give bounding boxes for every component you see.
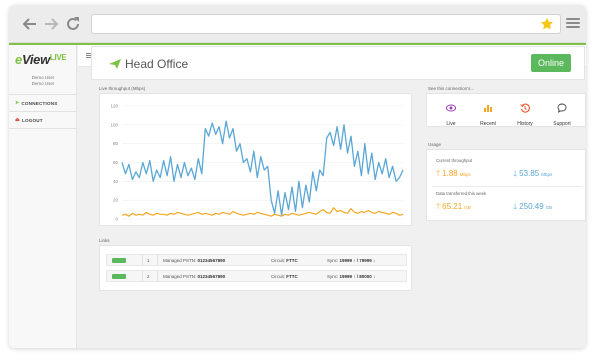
throughput-chart: 0 20 40 60 80 100 120	[99, 93, 412, 226]
eye-icon	[445, 104, 457, 112]
history-icon	[520, 103, 530, 113]
row-sync: Sync: 19999 ↑ / 80000 ↓	[327, 274, 376, 279]
y-tick-label: 120	[110, 104, 118, 109]
browser-toolbar	[9, 5, 586, 43]
links-label: Links	[99, 238, 110, 243]
arrow-up-icon: 🡑	[436, 202, 441, 211]
chat-icon	[557, 103, 567, 113]
browser-window: eViewLIVE Demo User Demo User ➤ CONNECTI…	[9, 5, 586, 348]
arrow-up-icon: 🡑	[436, 169, 441, 178]
row-circuit: Circuit: FTTC	[271, 258, 298, 263]
live-button[interactable]: Live	[435, 100, 467, 127]
usage-panel: Current throughput 🡑 1.88 Mbps 🡓 53.85 Mbps …	[426, 149, 586, 221]
sidebar: eViewLIVE Demo User Demo User ➤ CONNECTI…	[9, 45, 77, 348]
current-up: 🡑 1.88 Mbps	[436, 168, 471, 182]
status-badge	[112, 274, 126, 279]
recent-button[interactable]: Recent	[472, 100, 504, 127]
status-badge[interactable]: Online	[531, 54, 571, 72]
row-index: 1	[147, 258, 150, 263]
week-down: 🡓 250.49 GB	[513, 201, 552, 215]
arrow-down-icon: 🡓	[513, 202, 518, 211]
connection-actions: Live Recent History Support	[426, 93, 586, 127]
links-table: 1 Managed PSTN: 01234567890 Circuit: FTT…	[99, 245, 412, 291]
y-tick-label: 20	[113, 198, 119, 203]
y-tick-label: 100	[110, 122, 118, 127]
reload-icon[interactable]	[64, 15, 82, 33]
row-index: 2	[147, 274, 150, 279]
arrow-down-icon: 🡓	[513, 169, 518, 178]
connection-header: Head Office Online	[91, 46, 585, 80]
throughput-chart-svg: 0 20 40 60 80 100 120	[110, 104, 404, 222]
status-badge	[112, 258, 126, 263]
series-line-1	[121, 120, 404, 216]
connection-label: See this connection's...	[428, 86, 475, 91]
row-pstn: Managed PSTN: 01234567890	[163, 258, 226, 263]
plane-icon	[109, 59, 121, 69]
user-name: Demo User	[31, 75, 55, 80]
sidebar-item-connections[interactable]: ➤ CONNECTIONS	[15, 100, 58, 106]
logo: eViewLIVE	[15, 52, 67, 67]
hamburger-menu-icon[interactable]	[566, 16, 580, 30]
table-row[interactable]: 2 Managed PSTN: 01234567890 Circuit: FTT…	[106, 270, 407, 282]
address-bar[interactable]	[91, 14, 561, 34]
usage-label: Usage	[428, 142, 442, 147]
support-button[interactable]: Support	[546, 100, 578, 127]
star-icon[interactable]	[540, 17, 554, 31]
row-sync: Sync: 19999 ↑ / 79999 ↓	[327, 258, 376, 263]
sidebar-item-logout[interactable]: ⏏ LOGOUT	[15, 117, 43, 123]
history-button[interactable]: History	[509, 100, 541, 127]
y-tick-label: 0	[115, 217, 118, 222]
page-title: Head Office	[125, 57, 189, 71]
y-tick-label: 80	[113, 141, 119, 146]
back-icon[interactable]	[21, 15, 39, 33]
week-data-label: Data transferred this week	[436, 191, 487, 196]
table-row[interactable]: 1 Managed PSTN: 01234567890 Circuit: FTT…	[106, 254, 407, 266]
series-line-2	[121, 207, 404, 217]
chart-label: Live throughput (Mbps)	[99, 86, 146, 91]
current-down: 🡓 53.85 Mbps	[513, 168, 552, 182]
logout-icon: ⏏	[15, 117, 20, 123]
row-circuit: Circuit: FTTC	[271, 274, 298, 279]
y-tick-label: 60	[113, 160, 119, 165]
y-tick-label: 40	[113, 179, 119, 184]
forward-icon[interactable]	[42, 15, 60, 33]
current-throughput-label: Current throughput	[436, 158, 473, 163]
user-company: Demo User	[31, 81, 55, 86]
week-up: 🡑 65.21 GB	[436, 201, 471, 215]
plane-icon: ➤	[15, 100, 20, 106]
row-pstn: Managed PSTN: 01234567890	[163, 274, 226, 279]
bar-chart-icon	[484, 105, 492, 112]
